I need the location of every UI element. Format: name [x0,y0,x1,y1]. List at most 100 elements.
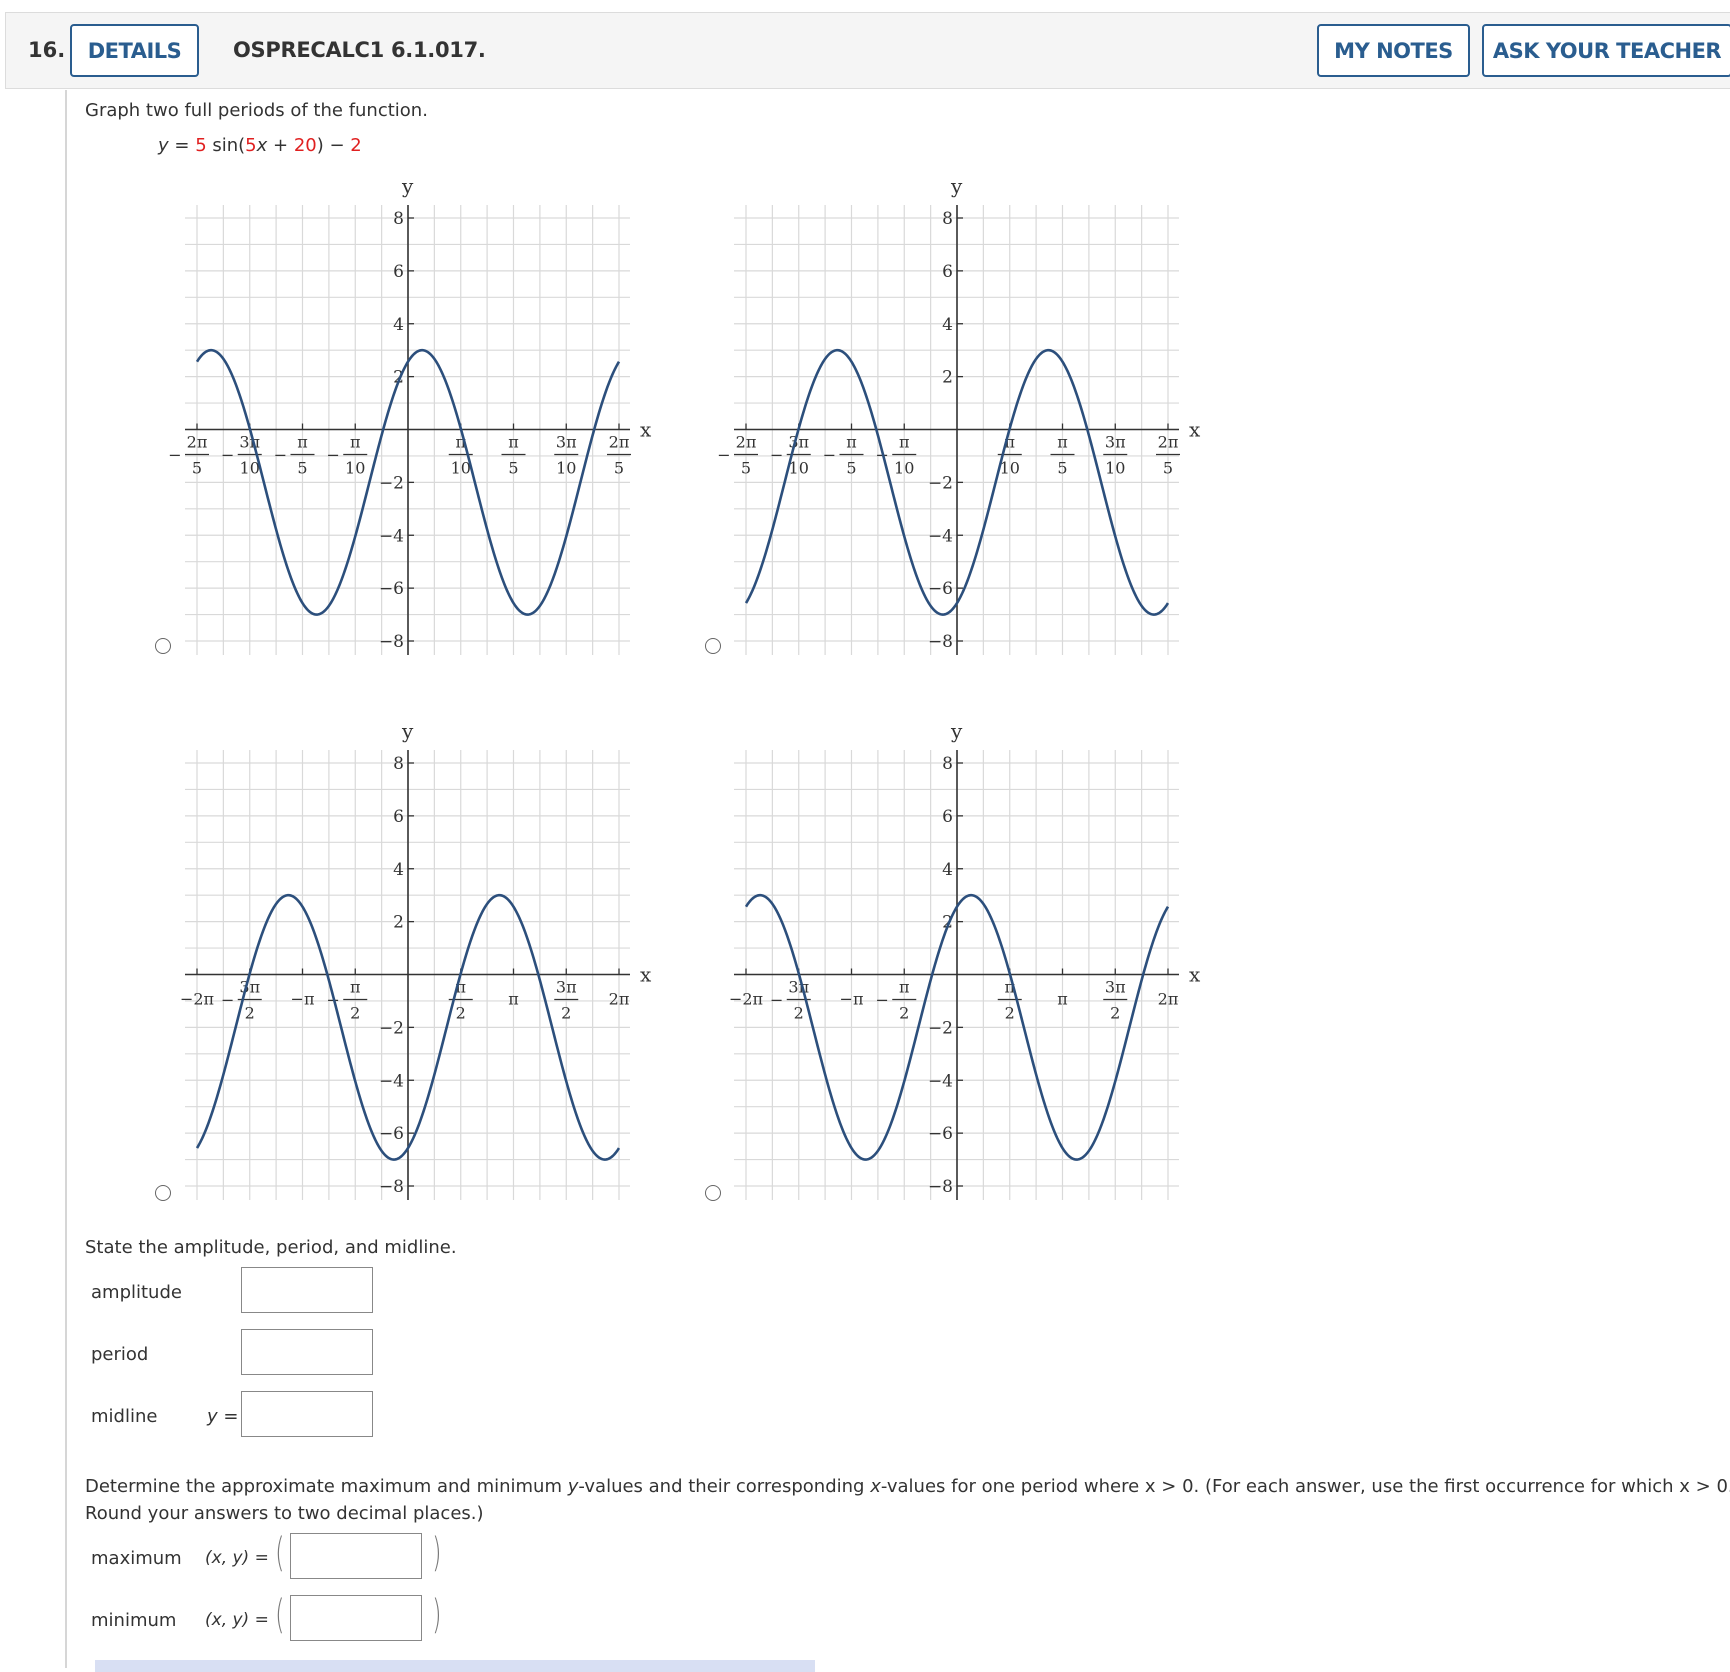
maximum-close-paren: ) [432,1530,442,1576]
x-tick-label: −π [840,990,864,1009]
x-tick-denominator: 5 [1057,459,1067,478]
y-tick-label: 6 [393,807,404,827]
eq-c: 20 [293,135,317,156]
question-header: 16. DETAILS OSPRECALC1 6.1.017. MY NOTES… [5,12,1730,89]
y-tick-label: −6 [379,1124,404,1144]
chart-svg: xy2π5−3π10−π5−π10−π10π53π102π58642−2−4−6… [717,174,1201,655]
details-button[interactable]: DETAILS [70,24,199,77]
amplitude-input[interactable] [241,1267,373,1313]
x-tick-denominator: 2 [561,1004,571,1023]
x-tick-label: 2π [609,990,630,1009]
minimum-open-paren: ( [275,1592,285,1638]
x-axis-label: x [1189,963,1201,987]
x-tick-minus: − [327,446,340,465]
radio-option-3[interactable] [155,1185,171,1201]
x-tick-denominator: 2 [350,1004,360,1023]
eq-plus: + [267,135,294,156]
maximum-open-paren: ( [275,1530,285,1576]
y-tick-label: 8 [393,754,404,774]
y-tick-label: −8 [379,1177,404,1197]
x-tick-numerator: π [899,433,910,452]
y-tick-label: −6 [379,579,404,599]
radio-option-2[interactable] [705,638,721,654]
x-tick-label: π [1057,990,1068,1009]
x-tick-numerator: π [1057,433,1068,452]
eq-b: 5 [245,135,257,156]
x-tick-denominator: 5 [1163,459,1173,478]
x-tick-label: −π [291,990,315,1009]
minimum-xy-label: (x, y) = [205,1610,269,1630]
y-tick-label: −6 [928,579,953,599]
x-tick-denominator: 5 [741,459,751,478]
x-tick-denominator: 10 [894,459,914,478]
x-tick-denominator: 5 [297,459,307,478]
y-tick-label: −4 [379,1071,404,1091]
period-input[interactable] [241,1329,373,1375]
eq-amplitude: 5 [195,135,207,156]
x-tick-minus: − [274,446,287,465]
x-tick-denominator: 10 [451,459,471,478]
eq-d: 2 [350,135,362,156]
y-axis-label: y [950,719,963,743]
y-tick-label: −2 [928,1018,953,1038]
amplitude-label: amplitude [91,1282,182,1303]
x-tick-numerator: π [508,433,519,452]
p3-text-d: (For each answer, use the first occurren… [1199,1476,1680,1497]
eq-x: x [256,135,268,156]
question-number: 16. [28,38,66,62]
x-tick-denominator: 5 [846,459,856,478]
x-tick-denominator: 2 [899,1004,909,1023]
x-tick-denominator: 5 [614,459,624,478]
chart-svg: xy−2π3π2− −ππ2−π2π3π22π8642−2−4−6−8 [180,719,652,1200]
x-axis-label: x [640,963,652,987]
x-tick-denominator: 2 [1110,1004,1120,1023]
y-tick-label: 2 [393,913,404,933]
x-tick-numerator: π [846,433,857,452]
chart-svg: xy−2π3π2− −ππ2−π2π3π22π8642−2−4−6−8 [729,719,1201,1200]
y-axis-label: y [950,174,963,198]
p3-text-c: -values for one period where [880,1476,1145,1497]
maximum-label: maximum [91,1548,182,1569]
x-tick-numerator: 3π [788,433,809,452]
x-tick-denominator: 10 [345,459,365,478]
y-tick-label: 6 [942,262,953,282]
x-tick-numerator: 3π [556,978,577,997]
question-code: OSPRECALC1 6.1.017. [233,38,486,62]
x-tick-label: −2π [180,990,214,1009]
x-tick-denominator: 10 [789,459,809,478]
x-tick-numerator: 2π [736,433,757,452]
y-tick-label: −4 [928,526,953,546]
y-tick-label: −6 [928,1124,953,1144]
x-tick-numerator: 2π [1158,433,1179,452]
x-tick-minus: − [168,446,181,465]
graph-option-3: x y −2π 3π 2− −π π 2− π 2 π 3π 2 2π 8 6 4 2 −2 −4 −6 −8 [170,715,652,1219]
x-axis-label: x [1189,418,1201,442]
maximum-input[interactable] [290,1533,422,1579]
y-tick-label: 2 [942,368,953,388]
eq-close: ) − [316,135,351,156]
x-tick-denominator: 5 [192,459,202,478]
y-tick-label: −8 [379,632,404,652]
p3-cond2: x > 0. [1679,1476,1730,1497]
function-equation: y = 5 sin(5x + 20) − 2 [158,135,362,156]
radio-option-4[interactable] [705,1185,721,1201]
x-tick-denominator: 2 [794,1004,804,1023]
ask-your-teacher-button[interactable]: ASK YOUR TEACHER [1482,24,1730,77]
x-tick-numerator: π [350,978,361,997]
y-tick-label: 6 [393,262,404,282]
y-tick-label: 4 [942,860,953,880]
p3-text-y: y [567,1476,579,1497]
my-notes-button[interactable]: MY NOTES [1317,24,1470,77]
minimum-input[interactable] [290,1595,422,1641]
midline-input[interactable] [241,1391,373,1437]
x-tick-label: π [508,990,519,1009]
y-tick-label: 8 [942,209,953,229]
graph-option-4: x y −2π 3π 2− −π π 2− π 2 π 3π 2 2π 8 6 4 2 −2 −4 −6 −8 [719,715,1201,1219]
x-tick-denominator: 10 [240,459,260,478]
x-tick-minus: − [876,991,889,1010]
part3-instruction-line2: Round your answers to two decimal places… [85,1503,484,1524]
y-tick-label: −2 [928,473,953,493]
x-tick-numerator: 2π [187,433,208,452]
radio-option-1[interactable] [155,638,171,654]
x-tick-numerator: 3π [556,433,577,452]
